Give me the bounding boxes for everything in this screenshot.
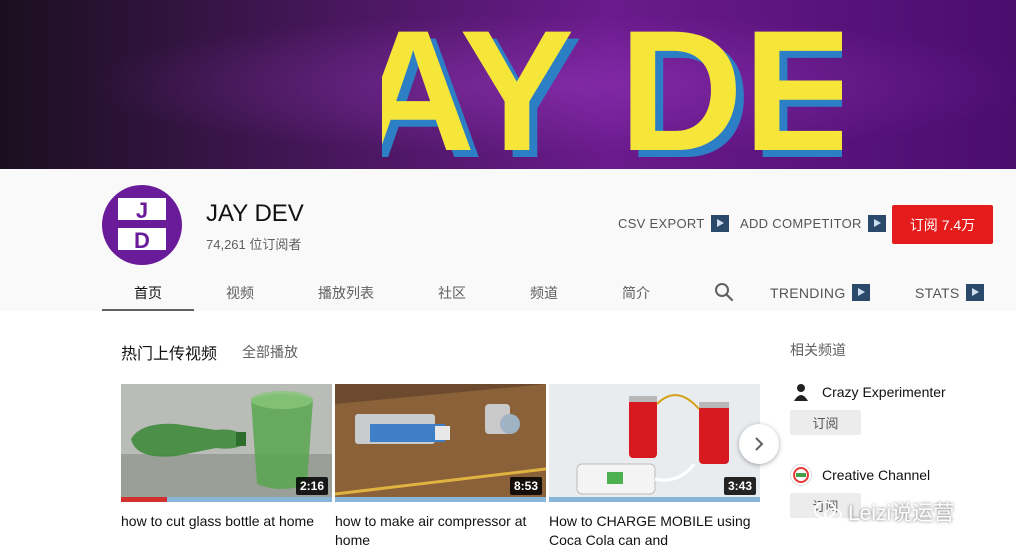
watch-progress-bar bbox=[335, 497, 546, 502]
stats-button[interactable]: STATS bbox=[915, 284, 984, 301]
related-channel: Crazy Experimenter 订阅 bbox=[790, 381, 1010, 435]
video-duration: 8:53 bbox=[509, 477, 542, 495]
tab-home[interactable]: 首页 bbox=[102, 274, 194, 311]
search-icon[interactable] bbox=[714, 282, 734, 302]
svg-text:D: D bbox=[134, 228, 150, 253]
watermark: Leizi说运营 bbox=[814, 497, 954, 527]
channel-header: J D JAY DEV 74,261 位订阅者 CSV EXPORT ADD C… bbox=[0, 169, 1016, 311]
avatar-logo-icon: J D bbox=[118, 198, 166, 253]
video-duration: 2:16 bbox=[295, 477, 328, 495]
csv-export-label: CSV EXPORT bbox=[618, 216, 705, 231]
related-channel-name[interactable]: Creative Channel bbox=[822, 467, 930, 483]
chevron-right-icon bbox=[755, 437, 764, 451]
related-channels-title: 相关频道 bbox=[790, 342, 846, 358]
video-thumbnail[interactable]: 3:43 bbox=[549, 384, 760, 502]
channel-avatar[interactable]: J D bbox=[102, 185, 182, 265]
banner-title-graphic: JAY DEV JAY DEV bbox=[255, 0, 980, 169]
video-title[interactable]: How to CHARGE MOBILE using Coca Cola can… bbox=[549, 512, 760, 550]
wechat-icon bbox=[814, 501, 842, 522]
video-card[interactable]: 3:43 How to CHARGE MOBILE using Coca Col… bbox=[549, 384, 760, 550]
channel-banner: JAY DEV JAY DEV bbox=[0, 0, 1016, 169]
channel-tabs: 首页 视频 播放列表 社区 频道 简介 TRENDING STATS bbox=[0, 274, 1016, 311]
tab-videos[interactable]: 视频 bbox=[194, 274, 286, 311]
carousel-next-button[interactable] bbox=[739, 424, 779, 464]
video-card[interactable]: 2:16 how to cut glass bottle at home bbox=[121, 384, 332, 531]
video-thumbnail[interactable]: 8:53 bbox=[335, 384, 546, 502]
banner-title-text: JAY DEV bbox=[382, 0, 842, 166]
channel-logo-icon bbox=[793, 467, 809, 483]
channel-name: JAY DEV bbox=[206, 200, 304, 227]
tab-about[interactable]: 简介 bbox=[590, 274, 682, 311]
tab-channels[interactable]: 频道 bbox=[498, 274, 590, 311]
subscribe-button[interactable]: 订阅 7.4万 bbox=[892, 205, 993, 244]
related-channel-name[interactable]: Crazy Experimenter bbox=[822, 384, 946, 400]
tab-playlists[interactable]: 播放列表 bbox=[300, 274, 392, 311]
play-square-icon bbox=[867, 215, 886, 232]
person-icon bbox=[794, 384, 808, 401]
channel-avatar[interactable] bbox=[790, 464, 812, 486]
channel-avatar[interactable] bbox=[790, 381, 812, 403]
watch-progress-fill bbox=[121, 497, 168, 502]
tab-community[interactable]: 社区 bbox=[406, 274, 498, 311]
video-duration: 3:43 bbox=[723, 477, 756, 495]
watermark-text: Leizi说运营 bbox=[848, 502, 955, 525]
play-square-icon bbox=[851, 284, 870, 301]
trending-button[interactable]: TRENDING bbox=[770, 284, 870, 301]
section-title: 热门上传视频 bbox=[121, 346, 218, 363]
video-title[interactable]: how to cut glass bottle at home bbox=[121, 512, 332, 531]
svg-text:J: J bbox=[136, 198, 148, 223]
video-card[interactable]: 8:53 how to make air compressor at home bbox=[335, 384, 546, 550]
csv-export-button[interactable]: CSV EXPORT bbox=[618, 215, 729, 232]
trending-label: TRENDING bbox=[770, 284, 846, 301]
stats-label: STATS bbox=[915, 284, 960, 301]
banner-title: JAY DEV JAY DEV bbox=[255, 0, 980, 169]
video-title[interactable]: how to make air compressor at home bbox=[335, 512, 546, 550]
play-all-link[interactable]: 全部播放 bbox=[242, 342, 298, 362]
play-square-icon bbox=[710, 215, 729, 232]
add-competitor-button[interactable]: ADD COMPETITOR bbox=[740, 215, 886, 232]
video-thumbnail[interactable]: 2:16 bbox=[121, 384, 332, 502]
add-competitor-label: ADD COMPETITOR bbox=[740, 216, 862, 231]
related-subscribe-button[interactable]: 订阅 bbox=[790, 410, 861, 435]
watch-progress-bar bbox=[549, 497, 760, 502]
watch-progress-bar bbox=[121, 497, 332, 502]
play-square-icon bbox=[965, 284, 984, 301]
subscriber-count: 74,261 位订阅者 bbox=[206, 237, 302, 252]
